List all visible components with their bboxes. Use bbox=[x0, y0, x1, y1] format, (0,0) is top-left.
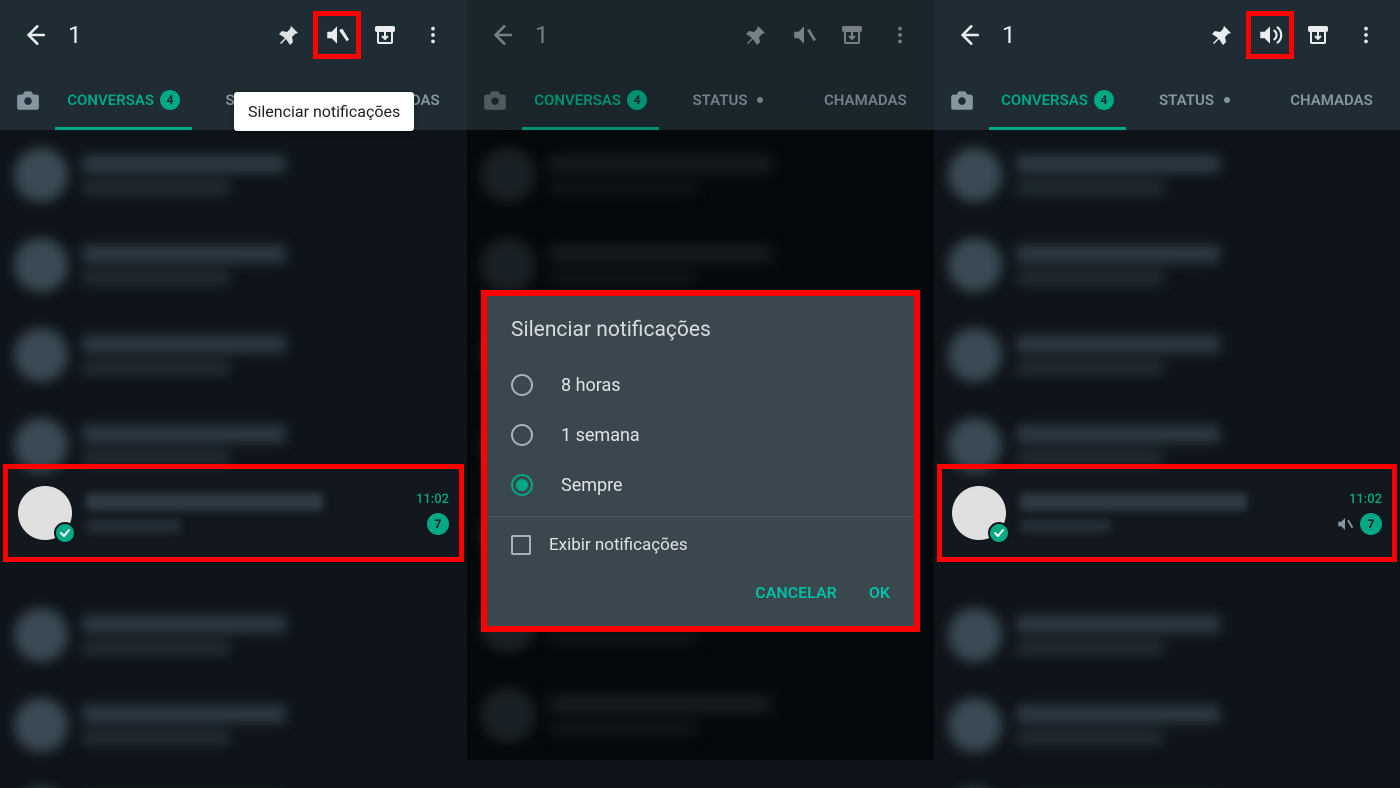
dialog-actions: CANCELAR OK bbox=[487, 573, 914, 616]
tab-label: CONVERSAS bbox=[1001, 91, 1088, 109]
more-menu-button[interactable] bbox=[409, 11, 457, 59]
app-bar: 1 bbox=[0, 0, 467, 70]
selection-count: 1 bbox=[992, 21, 1198, 49]
tab-label: CONVERSAS bbox=[67, 91, 154, 109]
tab-chamadas[interactable]: CHAMADAS bbox=[1263, 70, 1400, 130]
selection-check-icon bbox=[54, 522, 76, 544]
unmute-button-highlighted[interactable] bbox=[1246, 11, 1294, 59]
list-item[interactable] bbox=[0, 310, 467, 400]
selection-count: 1 bbox=[58, 21, 265, 49]
tab-conversas[interactable]: CONVERSAS 4 bbox=[522, 70, 659, 130]
chat-list[interactable]: 11:02 7 bbox=[0, 130, 467, 788]
list-item[interactable] bbox=[0, 590, 467, 680]
tab-badge: 4 bbox=[627, 90, 647, 110]
list-item[interactable] bbox=[0, 680, 467, 770]
list-item[interactable] bbox=[934, 680, 1400, 770]
unread-badge: 7 bbox=[427, 513, 449, 535]
radio-icon bbox=[511, 424, 533, 446]
app-bar: 1 bbox=[934, 0, 1400, 70]
pin-button[interactable] bbox=[1198, 11, 1246, 59]
radio-option-always[interactable]: Sempre bbox=[487, 460, 914, 510]
tab-label: CHAMADAS bbox=[1290, 91, 1373, 109]
radio-icon bbox=[511, 474, 533, 496]
back-button[interactable] bbox=[10, 11, 58, 59]
dialog-title: Silenciar notificações bbox=[487, 318, 914, 360]
screenshot-2: 1 CONVERSAS 4 STATUS CHAMADAS bbox=[467, 0, 934, 788]
selected-chat-row[interactable]: 11:02 7 bbox=[8, 469, 459, 557]
tab-status[interactable]: STATUS bbox=[659, 70, 796, 130]
selected-chat-highlight: 11:02 7 bbox=[3, 464, 464, 562]
list-item[interactable] bbox=[934, 770, 1400, 788]
camera-tab[interactable] bbox=[0, 87, 55, 113]
avatar[interactable] bbox=[18, 486, 72, 540]
unread-badge: 7 bbox=[1360, 513, 1382, 535]
tab-chamadas[interactable]: CHAMADAS bbox=[797, 70, 934, 130]
selection-count: 1 bbox=[525, 21, 732, 49]
tab-label: CHAMADAS bbox=[824, 91, 907, 109]
status-dot-icon bbox=[757, 97, 763, 103]
list-item[interactable] bbox=[934, 220, 1400, 310]
list-item[interactable] bbox=[0, 130, 467, 220]
camera-tab[interactable] bbox=[934, 87, 989, 113]
list-item[interactable] bbox=[0, 770, 467, 788]
status-dot-icon bbox=[1224, 97, 1230, 103]
tab-label: STATUS bbox=[1159, 91, 1214, 109]
checkbox-icon bbox=[511, 535, 531, 555]
pin-button[interactable] bbox=[265, 11, 313, 59]
chat-body bbox=[1020, 493, 1322, 533]
selected-chat-row[interactable]: 11:02 7 bbox=[942, 469, 1392, 557]
more-menu-button[interactable] bbox=[1342, 11, 1390, 59]
radio-label: Sempre bbox=[561, 475, 623, 496]
archive-button[interactable] bbox=[1294, 11, 1342, 59]
tab-conversas[interactable]: CONVERSAS 4 bbox=[989, 70, 1126, 130]
camera-tab[interactable] bbox=[467, 87, 522, 113]
cancel-button[interactable]: CANCELAR bbox=[755, 583, 837, 602]
app-bar: 1 bbox=[467, 0, 934, 70]
mute-tooltip: Silenciar notificações bbox=[234, 92, 414, 131]
muted-icon bbox=[1336, 515, 1354, 533]
chat-meta: 11:02 7 bbox=[1336, 492, 1382, 535]
chat-time: 11:02 bbox=[416, 492, 449, 507]
radio-label: 1 semana bbox=[561, 425, 640, 446]
tab-status[interactable]: STATUS bbox=[1126, 70, 1263, 130]
radio-option-8h[interactable]: 8 horas bbox=[487, 360, 914, 410]
archive-button[interactable] bbox=[361, 11, 409, 59]
list-item[interactable] bbox=[934, 130, 1400, 220]
tab-badge: 4 bbox=[1094, 90, 1114, 110]
tab-label: STATUS bbox=[693, 91, 748, 109]
chat-time: 11:02 bbox=[1349, 492, 1382, 507]
more-menu-button[interactable] bbox=[876, 11, 924, 59]
back-button[interactable] bbox=[944, 11, 992, 59]
back-button[interactable] bbox=[477, 11, 525, 59]
chat-list[interactable]: 11:02 7 bbox=[934, 130, 1400, 788]
tab-bar: CONVERSAS 4 STATUS CHAMADAS bbox=[934, 70, 1400, 130]
radio-option-1week[interactable]: 1 semana bbox=[487, 410, 914, 460]
radio-label: 8 horas bbox=[561, 375, 621, 396]
chat-body bbox=[86, 493, 402, 533]
tab-badge: 4 bbox=[160, 90, 180, 110]
screenshot-3: 1 CONVERSAS 4 STATUS CHAMADAS bbox=[934, 0, 1400, 788]
list-item[interactable] bbox=[0, 220, 467, 310]
list-item[interactable] bbox=[934, 310, 1400, 400]
selection-check-icon bbox=[988, 522, 1010, 544]
chat-meta: 11:02 7 bbox=[416, 492, 449, 535]
show-notifications-checkbox[interactable]: Exibir notificações bbox=[487, 517, 914, 573]
tab-label: CONVERSAS bbox=[534, 91, 621, 109]
mute-button[interactable] bbox=[780, 11, 828, 59]
screenshot-1: 1 CONVERSAS 4 STATUS CHAMADAS bbox=[0, 0, 467, 788]
ok-button[interactable]: OK bbox=[869, 583, 890, 602]
archive-button[interactable] bbox=[828, 11, 876, 59]
checkbox-label: Exibir notificações bbox=[549, 535, 688, 555]
mute-dialog: Silenciar notificações 8 horas 1 semana … bbox=[487, 296, 914, 626]
radio-icon bbox=[511, 374, 533, 396]
tab-bar: CONVERSAS 4 STATUS CHAMADAS bbox=[467, 70, 934, 130]
pin-button[interactable] bbox=[732, 11, 780, 59]
avatar[interactable] bbox=[952, 486, 1006, 540]
selected-chat-highlight: 11:02 7 bbox=[937, 464, 1397, 562]
mute-button-highlighted[interactable] bbox=[313, 11, 361, 59]
list-item[interactable] bbox=[934, 590, 1400, 680]
tab-conversas[interactable]: CONVERSAS 4 bbox=[55, 70, 192, 130]
mute-dialog-highlight: Silenciar notificações 8 horas 1 semana … bbox=[481, 290, 920, 632]
